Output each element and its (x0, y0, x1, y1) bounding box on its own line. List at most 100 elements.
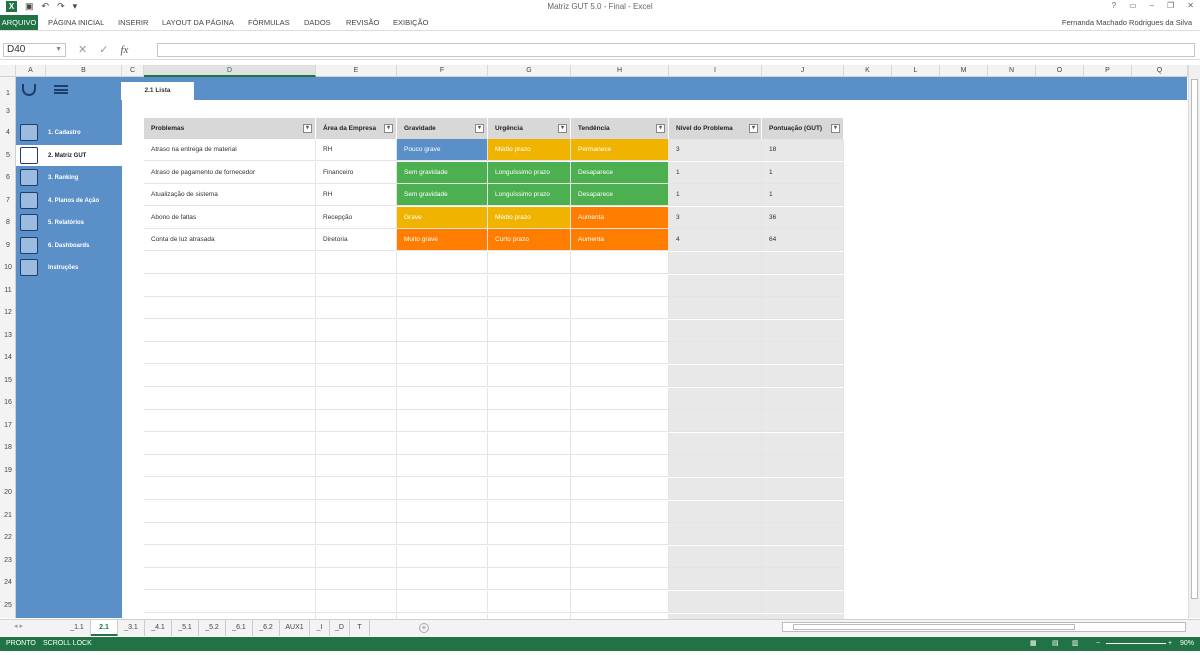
sidebar-item-instrucoes[interactable]: Instruções (16, 257, 122, 278)
table-cell[interactable]: Atraso na entrega de material (144, 139, 316, 161)
normal-view-icon[interactable]: ▦ (1030, 637, 1037, 651)
sheet-tab[interactable]: _D (330, 620, 350, 636)
column-header[interactable]: L (892, 65, 940, 77)
row-header[interactable]: 19 (0, 467, 16, 474)
table-cell[interactable]: Sem gravidade (397, 184, 488, 207)
table-cell[interactable] (316, 297, 397, 320)
table-cell[interactable] (571, 319, 669, 342)
table-cell[interactable]: Sem gravidade (397, 161, 488, 184)
table-cell[interactable]: Recepção (316, 206, 397, 229)
filter-dropdown-icon[interactable]: ▾ (384, 124, 393, 133)
table-cell[interactable] (762, 523, 844, 546)
zoom-out-icon[interactable]: − (1096, 637, 1100, 651)
scroll-thumb[interactable] (793, 624, 1075, 630)
table-cell[interactable] (488, 568, 571, 591)
row-header[interactable]: 18 (0, 444, 16, 451)
table-cell[interactable] (762, 410, 844, 433)
column-header[interactable]: O (1036, 65, 1084, 77)
table-cell[interactable]: Financeiro (316, 161, 397, 184)
cancel-icon[interactable]: ✕ (78, 43, 87, 56)
table-cell[interactable]: 36 (762, 206, 844, 229)
restore-icon[interactable]: ❐ (1167, 1, 1174, 10)
table-cell[interactable] (397, 387, 488, 410)
tab-pagina-inicial[interactable]: PÁGINA INICIAL (48, 15, 104, 30)
table-cell[interactable] (669, 568, 762, 591)
table-cell[interactable] (316, 568, 397, 591)
table-cell[interactable] (397, 545, 488, 568)
table-cell[interactable] (144, 545, 316, 568)
table-cell[interactable] (571, 297, 669, 320)
table-cell[interactable]: Conta de luz atrasada (144, 229, 316, 252)
table-cell[interactable] (669, 252, 762, 274)
table-cell[interactable]: 3 (669, 139, 762, 161)
table-cell[interactable]: Aumenta (571, 206, 669, 229)
table-cell[interactable] (571, 455, 669, 478)
sheet-tab[interactable]: T (350, 620, 370, 636)
sheet-tab[interactable]: _I (310, 620, 330, 636)
minimize-icon[interactable]: – (1150, 1, 1154, 10)
table-cell[interactable] (316, 387, 397, 410)
table-cell[interactable] (762, 274, 844, 297)
filter-dropdown-icon[interactable]: ▾ (749, 124, 758, 133)
table-cell[interactable]: 18 (762, 139, 844, 161)
table-cell[interactable] (571, 523, 669, 546)
table-cell[interactable] (316, 319, 397, 342)
sidebar-item-planos-de-acao[interactable]: 4. Planos de Ação (16, 190, 122, 211)
table-cell[interactable]: 1 (669, 161, 762, 184)
table-cell[interactable] (144, 387, 316, 410)
table-cell[interactable] (397, 523, 488, 546)
table-cell[interactable] (397, 568, 488, 591)
table-cell[interactable] (762, 387, 844, 410)
table-cell[interactable] (669, 342, 762, 365)
table-cell[interactable] (762, 478, 844, 500)
table-cell[interactable] (571, 387, 669, 410)
table-cell[interactable] (488, 297, 571, 320)
table-cell[interactable]: Pouco grave (397, 139, 488, 161)
table-cell[interactable] (762, 545, 844, 568)
row-header[interactable]: 16 (0, 399, 16, 406)
table-cell[interactable]: Atualização de sistema (144, 184, 316, 207)
table-cell[interactable] (397, 274, 488, 297)
row-header[interactable]: 22 (0, 534, 16, 541)
column-header[interactable]: M (940, 65, 988, 77)
filter-dropdown-icon[interactable]: ▾ (656, 124, 665, 133)
table-cell[interactable] (316, 274, 397, 297)
filter-dropdown-icon[interactable]: ▾ (831, 124, 840, 133)
sheet-tab[interactable]: _3.1 (118, 620, 145, 636)
sheet-tab[interactable]: AUX1 (280, 620, 310, 636)
column-header[interactable]: I (669, 65, 762, 77)
table-cell[interactable] (571, 365, 669, 387)
table-cell[interactable] (669, 297, 762, 320)
table-cell[interactable]: 1 (762, 184, 844, 207)
row-header[interactable]: 8 (0, 219, 16, 226)
table-cell[interactable] (144, 410, 316, 433)
row-header[interactable]: 3 (0, 108, 16, 115)
table-cell[interactable] (488, 500, 571, 523)
table-cell[interactable] (571, 274, 669, 297)
table-cell[interactable]: 4 (669, 229, 762, 252)
table-cell[interactable]: RH (316, 139, 397, 161)
column-header[interactable]: D (144, 65, 316, 77)
insert-function-icon[interactable]: fx (120, 44, 128, 56)
page-layout-view-icon[interactable]: ▤ (1052, 637, 1059, 651)
menu-icon[interactable] (54, 85, 68, 94)
table-cell[interactable] (488, 545, 571, 568)
table-cell[interactable]: Longuíssimo prazo (488, 161, 571, 184)
column-header[interactable]: E (316, 65, 397, 77)
table-cell[interactable] (669, 365, 762, 387)
table-cell[interactable] (488, 410, 571, 433)
table-cell[interactable]: Diretoria (316, 229, 397, 252)
column-header[interactable]: G (488, 65, 571, 77)
formula-input[interactable] (157, 43, 1195, 57)
table-cell[interactable] (397, 297, 488, 320)
tab-exibicao[interactable]: EXIBIÇÃO (393, 15, 428, 30)
sheet-tab[interactable]: _6.2 (253, 620, 280, 636)
row-header[interactable]: 15 (0, 377, 16, 384)
table-cell[interactable] (571, 568, 669, 591)
table-cell[interactable] (571, 342, 669, 365)
filter-dropdown-icon[interactable]: ▾ (303, 124, 312, 133)
table-cell[interactable] (397, 319, 488, 342)
table-cell[interactable] (316, 500, 397, 523)
user-name[interactable]: Fernanda Machado Rodrigues da Silva (1062, 15, 1192, 30)
table-cell[interactable]: RH (316, 184, 397, 207)
